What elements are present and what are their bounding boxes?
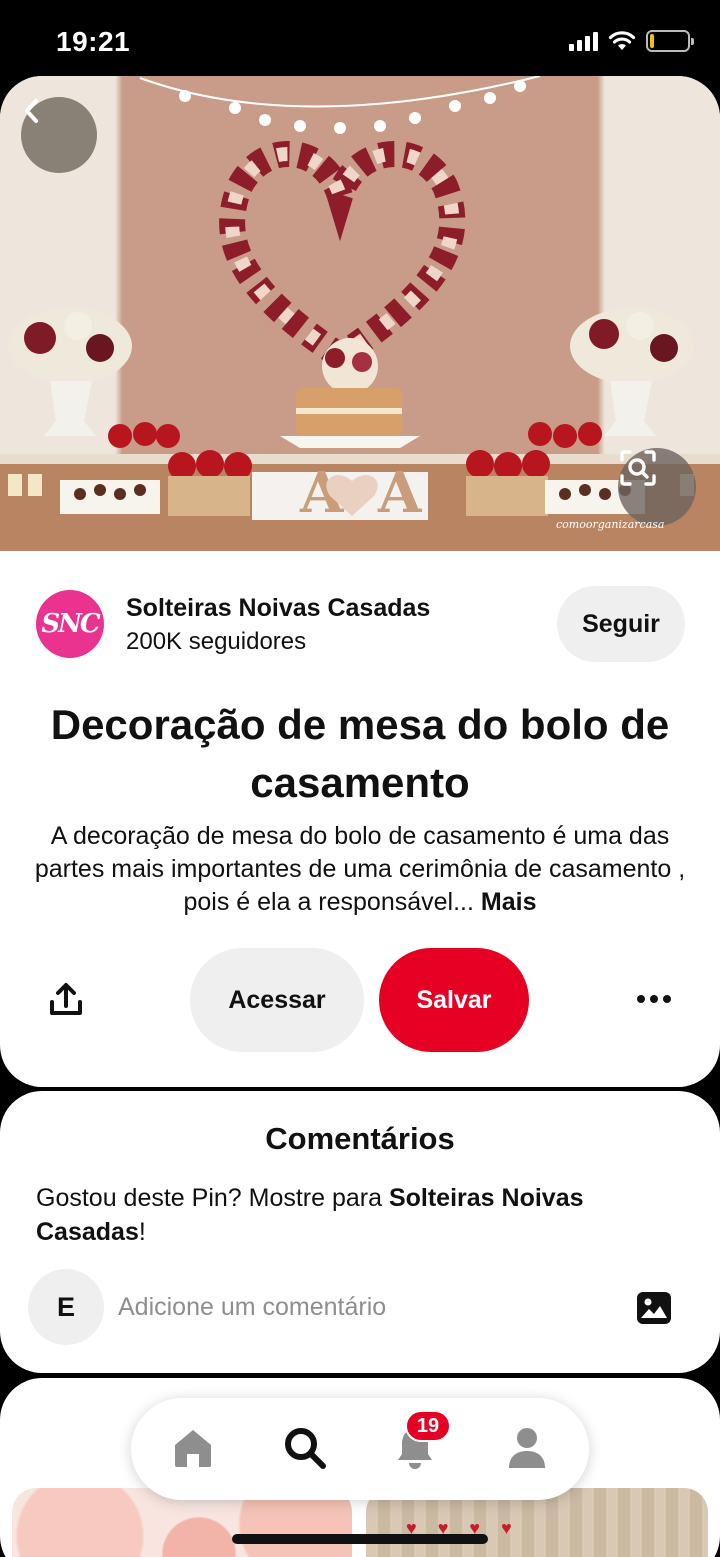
comments-prompt: Gostou deste Pin? Mostre para Solteiras … — [36, 1181, 596, 1249]
comments-prompt-prefix: Gostou deste Pin? Mostre para — [36, 1184, 389, 1212]
add-image-icon[interactable] — [636, 1291, 672, 1325]
status-icons — [569, 30, 694, 52]
creator-name[interactable]: Solteiras Noivas Casadas — [126, 594, 430, 623]
comments-prompt-suffix: ! — [138, 1218, 146, 1246]
pin-description-text: A decoração de mesa do bolo de casamento… — [34, 822, 686, 916]
creator-row: SNC Solteiras Noivas Casadas 200K seguid… — [36, 586, 686, 664]
home-indicator[interactable] — [232, 1534, 488, 1544]
back-button[interactable] — [21, 97, 97, 173]
share-icon[interactable] — [46, 980, 86, 1020]
nav-search[interactable] — [279, 1422, 331, 1474]
home-icon — [175, 1430, 211, 1467]
cellular-signal-icon — [569, 31, 598, 51]
status-bar: 19:21 — [0, 0, 720, 78]
creator-avatar[interactable]: SNC — [36, 590, 104, 658]
svg-text:A: A — [377, 460, 423, 526]
wifi-icon — [608, 31, 636, 50]
pin-description: A decoração de mesa do bolo de casamento… — [20, 820, 700, 919]
comments-card: Comentários Gostou deste Pin? Mostre par… — [0, 1091, 720, 1373]
image-watermark: comoorganizarcasa — [556, 518, 665, 531]
notification-badge: 19 — [405, 1410, 451, 1442]
more-link[interactable]: Mais — [481, 888, 537, 916]
pin-image[interactable]: A A comoorganizarcasa — [0, 76, 720, 551]
comments-title: Comentários — [265, 1121, 455, 1156]
visual-search-icon — [620, 450, 656, 486]
battery-icon — [646, 30, 694, 52]
visit-button[interactable]: Acessar — [190, 948, 364, 1052]
search-icon — [285, 1428, 326, 1469]
status-time: 19:21 — [56, 26, 131, 57]
bottom-navigation — [131, 1398, 589, 1500]
visual-search-button[interactable] — [618, 448, 696, 526]
creator-followers: 200K seguidores — [126, 628, 307, 655]
pin-card: A A comoorganizarcasa SNC Solteiras Noiv… — [0, 76, 720, 1087]
pin-photo-illustration: A A — [0, 76, 720, 551]
comment-input[interactable] — [118, 1287, 598, 1327]
back-chevron-icon — [25, 99, 38, 123]
pin-title: Decoração de mesa do bolo de casamento — [50, 701, 670, 806]
user-avatar[interactable]: E — [28, 1269, 104, 1345]
more-dots-icon[interactable] — [630, 982, 678, 1016]
follow-button[interactable]: Seguir — [557, 586, 685, 662]
save-button[interactable]: Salvar — [379, 948, 529, 1052]
profile-icon — [509, 1428, 545, 1468]
nav-profile[interactable] — [501, 1422, 553, 1474]
nav-home[interactable] — [167, 1422, 219, 1474]
